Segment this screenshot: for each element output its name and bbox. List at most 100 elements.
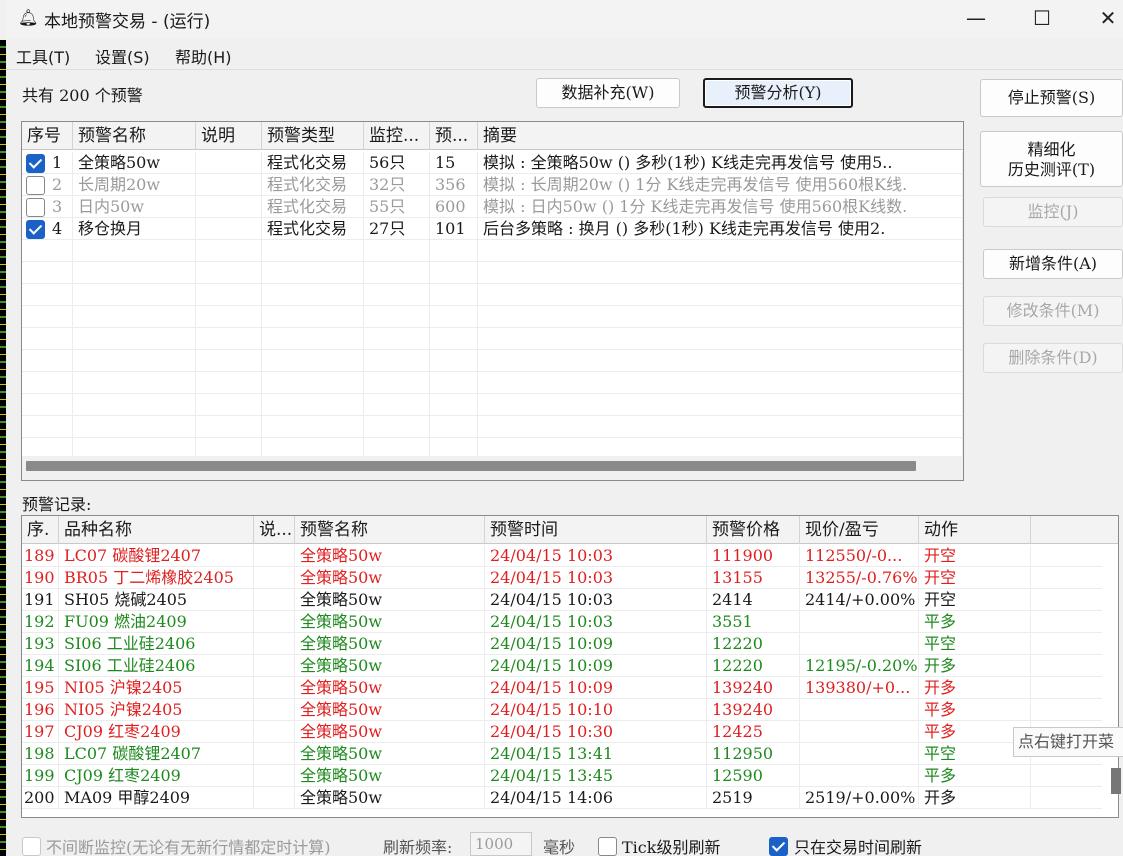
cell-summary [478,328,963,350]
rec-cell-no: 190 [22,567,59,589]
alert-analysis-button[interactable]: 预警分析(Y) [703,78,853,108]
menu-settings[interactable]: 设置(S) [95,44,150,68]
cell-monitor [364,372,430,394]
cell-pre [430,306,478,328]
record-row[interactable]: 189 LC07 碳酸锂2407 全策略50w 24/04/15 10:03 11190… [22,545,1102,567]
col-header-monitor[interactable]: 监控... [364,122,430,150]
rec-col-header-name[interactable]: 预警名称 [295,516,485,544]
tick-refresh-checkbox[interactable] [598,837,617,856]
rec-cell-no: 195 [22,677,59,699]
rec-cell-name: 全策略50w [295,787,485,809]
col-header-desc[interactable]: 说明 [196,122,262,150]
rec-cell-price: 2519 [707,787,800,809]
horizontal-scrollbar-thumb[interactable] [26,461,916,471]
rec-cell-action: 开多 [919,787,1031,809]
vertical-scrollbar-thumb[interactable] [1111,768,1121,794]
cell-desc [196,416,262,438]
alert-count-suffix: 个预警 [94,86,143,105]
col-header-name[interactable]: 预警名称 [73,122,196,150]
rec-cell-price: 3551 [707,611,800,633]
rec-cell-product: FU09 燃油2409 [59,611,254,633]
rec-cell-product: SH05 烧碱2405 [59,589,254,611]
cell-pre [430,262,478,284]
rec-cell-no: 197 [22,721,59,743]
add-condition-button[interactable]: 新增条件(A) [983,249,1123,279]
stop-alert-button[interactable]: 停止预警(S) [980,79,1123,117]
cell-desc [196,240,262,262]
trading-time-only-checkbox[interactable] [769,837,788,856]
record-row[interactable]: 190 BR05 丁二烯橡胶2405 全策略50w 24/04/15 10:03 131… [22,567,1102,589]
rec-cell-product: CJ09 红枣2409 [59,721,254,743]
rec-col-header-action[interactable]: 动作 [919,516,1031,544]
record-row[interactable]: 200 MA09 甲醇2409 全策略50w 24/04/15 14:06 2519 25… [22,787,1102,809]
menu-help[interactable]: 帮助(H) [175,44,232,68]
alert-row[interactable]: 4 移仓换月 程式化交易 27只 101 后台多策略 : 换月 () 多秒(1秒) K线走… [22,218,963,240]
menu-tools[interactable]: 工具(T) [16,44,70,68]
maximize-button[interactable]: ☐ [1022,4,1062,34]
rec-cell-current [800,721,919,743]
rec-col-header-product[interactable]: 品种名称 [59,516,254,544]
rec-cell-no: 198 [22,743,59,765]
rec-col-header-no[interactable]: 序. [22,516,59,544]
rec-col-header-time[interactable]: 预警时间 [485,516,707,544]
rec-cell-desc [254,699,295,721]
cell-desc [196,262,262,284]
cell-type [262,306,364,328]
record-row[interactable]: 191 SH05 烧碱2405 全策略50w 24/04/15 10:03 2414 24… [22,589,1102,611]
rec-cell-no: 196 [22,699,59,721]
rec-cell-no: 192 [22,611,59,633]
cell-pre [430,350,478,372]
col-header-pre[interactable]: 预... [430,122,478,150]
record-row[interactable]: 197 CJ09 红枣2409 全策略50w 24/04/15 10:30 12425 平… [22,721,1102,743]
rec-col-header-desc[interactable]: 说... [254,516,295,544]
cell-desc [196,350,262,372]
alert-row[interactable]: 2 长周期20w 程式化交易 32只 356 模拟 : 长周期20w () 1分 K线走完… [22,174,963,196]
rec-cell-desc [254,721,295,743]
cell-no: 3 [22,196,73,218]
cell-desc [196,218,262,240]
data-fill-button[interactable]: 数据补充(W) [536,78,680,108]
backtest-button[interactable]: 精细化 历史测评(T) [980,131,1123,187]
rec-cell-name: 全策略50w [295,611,485,633]
record-row[interactable]: 195 NI05 沪镍2405 全策略50w 24/04/15 10:09 139240… [22,677,1102,699]
refresh-frequency-input[interactable]: 1000 [470,832,532,856]
col-header-no[interactable]: 序号 [22,122,73,150]
record-row[interactable]: 193 SI06 工业硅2406 全策略50w 24/04/15 10:09 12220… [22,633,1102,655]
continuous-monitor-checkbox[interactable] [22,837,41,856]
rec-cell-price: 139240 [707,699,800,721]
rec-col-header-current[interactable]: 现价/盈亏 [800,516,919,544]
delete-condition-button[interactable]: 删除条件(D) [983,343,1123,373]
rec-col-header-price[interactable]: 预警价格 [707,516,800,544]
rec-cell-current [800,633,919,655]
col-header-summary[interactable]: 摘要 [478,122,963,150]
edit-condition-button[interactable]: 修改条件(M) [983,296,1123,326]
rec-cell-product: NI05 沪镍2405 [59,677,254,699]
record-row[interactable]: 199 CJ09 红枣2409 全策略50w 24/04/15 13:45 12590 平… [22,765,1102,787]
rec-cell-price: 12425 [707,721,800,743]
rec-cell-no: 193 [22,633,59,655]
monitor-button[interactable]: 监控(J) [983,197,1123,227]
rec-cell-time: 24/04/15 10:10 [485,699,707,721]
empty-row [22,284,963,306]
col-header-type[interactable]: 预警类型 [262,122,364,150]
cell-desc [196,196,262,218]
close-button[interactable]: ✕ [1088,4,1123,34]
record-row[interactable]: 194 SI06 工业硅2406 全策略50w 24/04/15 10:09 12220… [22,655,1102,677]
backtest-button-line2: 历史测评(T) [1007,160,1096,179]
record-row[interactable]: 196 NI05 沪镍2405 全策略50w 24/04/15 10:10 139240… [22,699,1102,721]
rec-cell-product: SI06 工业硅2406 [59,655,254,677]
minimize-button[interactable]: — [956,4,996,34]
cell-summary [478,372,963,394]
rec-cell-name: 全策略50w [295,655,485,677]
rec-cell-no: 194 [22,655,59,677]
record-row[interactable]: 192 FU09 燃油2409 全策略50w 24/04/15 10:03 3551 平多 [22,611,1102,633]
alert-row[interactable]: 3 日内50w 程式化交易 55只 600 模拟 : 日内50w () 1分 K线走完再发… [22,196,963,218]
alert-row[interactable]: 1 全策略50w 程式化交易 56只 15 模拟 : 全策略50w () 多秒(1秒) K… [22,152,963,174]
cell-name: 移仓换月 [73,218,196,240]
cell-summary: 模拟 : 长周期20w () 1分 K线走完再发信号 使用560根K线. [478,174,963,196]
cell-desc [196,152,262,174]
cell-summary: 模拟 : 日内50w () 1分 K线走完再发信号 使用560根K线数. [478,196,963,218]
cell-no: 1 [22,152,73,174]
record-row[interactable]: 198 LC07 碳酸锂2407 全策略50w 24/04/15 13:41 11295… [22,743,1102,765]
cell-summary [478,284,963,306]
